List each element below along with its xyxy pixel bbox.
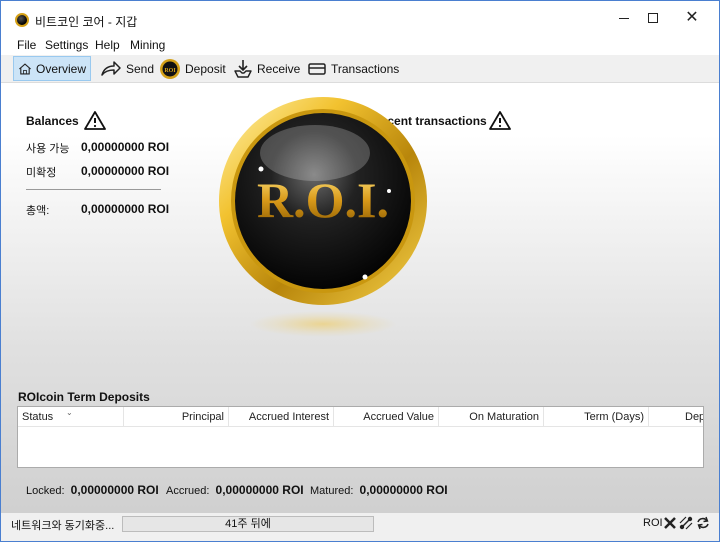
app-icon	[15, 13, 29, 27]
receive-tab[interactable]: Receive	[229, 56, 304, 81]
column-header-dep[interactable]: Dep	[649, 407, 703, 427]
locked-value: 0,00000000 ROI	[70, 483, 159, 497]
send-tab[interactable]: Send	[96, 56, 158, 81]
close-icon: ✕	[685, 9, 699, 26]
column-header-on-maturation[interactable]: On Maturation	[439, 407, 544, 427]
column-header-term-days[interactable]: Term (Days)	[544, 407, 649, 427]
logo-reflection	[249, 311, 397, 337]
overview-page: Balances 사용 가능 0,00000000 ROI 미확정 0,0000…	[1, 83, 719, 513]
transactions-tab[interactable]: Transactions	[303, 56, 403, 81]
accrued-value: 0,00000000 ROI	[215, 483, 304, 497]
card-icon	[308, 62, 326, 75]
send-arrow-icon	[101, 60, 121, 76]
roi-logo: R.O.I.	[219, 97, 427, 305]
receive-icon	[234, 59, 252, 78]
menu-bar: File Settings Help Mining	[1, 35, 719, 55]
available-label: 사용 가능	[26, 143, 70, 155]
sync-icon[interactable]	[696, 516, 710, 530]
maximize-icon	[648, 13, 658, 23]
overview-tab[interactable]: Overview	[13, 56, 91, 81]
close-button[interactable]: ✕	[669, 1, 715, 35]
transactions-label: Transactions	[331, 61, 400, 76]
pending-label: 미확정	[26, 167, 57, 179]
unit-label[interactable]: ROI	[643, 517, 663, 529]
term-deposits-table[interactable]: Status ⌄ Principal Accrued Interest Accr…	[17, 406, 704, 468]
matured-value: 0,00000000 ROI	[359, 483, 448, 497]
accrued-label: Accrued:	[166, 485, 210, 497]
menu-file[interactable]: File	[17, 38, 36, 52]
sync-progress-bar: 41주 뒤에	[122, 516, 374, 532]
matured-total: Matured: 0,00000000 ROI	[310, 483, 448, 497]
window-title: 비트코인 코어 - 지갑	[35, 15, 138, 29]
progress-text: 41주 뒤에	[225, 518, 271, 530]
column-header-label: Status	[22, 411, 54, 423]
locked-label: Locked:	[26, 485, 65, 497]
logo-text: R.O.I.	[257, 172, 389, 228]
roi-coin-icon: ROI	[160, 58, 180, 79]
warning-icon[interactable]	[84, 110, 106, 130]
receive-label: Receive	[257, 61, 301, 76]
menu-help[interactable]: Help	[95, 38, 120, 52]
status-bar: 네트워크와 동기화중... 41주 뒤에 ROI	[1, 513, 719, 541]
column-header-accrued-value[interactable]: Accrued Value	[334, 407, 439, 427]
deposit-tab[interactable]: ROI Deposit	[155, 56, 230, 81]
warning-icon[interactable]	[489, 110, 511, 130]
wallet-window: 비트코인 코어 - 지갑 ✕ File Settings Help Mining…	[0, 0, 720, 542]
balance-divider	[26, 189, 161, 190]
total-label: 총액:	[26, 205, 50, 217]
pending-value: 0,00000000 ROI	[81, 164, 170, 178]
column-header-accrued-interest[interactable]: Accrued Interest	[229, 407, 334, 427]
deposit-label: Deposit	[185, 61, 226, 76]
network-disconnected-icon[interactable]	[663, 516, 677, 530]
toolbar: Overview Send ROI Deposit Receive Transa…	[1, 55, 719, 83]
menu-settings[interactable]: Settings	[45, 38, 88, 52]
available-value: 0,00000000 ROI	[81, 140, 170, 154]
balances-title: Balances	[26, 114, 79, 128]
term-deposits-title: ROIcoin Term Deposits	[18, 390, 150, 404]
table-header: Status ⌄ Principal Accrued Interest Accr…	[18, 407, 703, 427]
sync-status-text: 네트워크와 동기화중...	[11, 520, 115, 532]
svg-text:ROI: ROI	[164, 68, 176, 74]
overview-label: Overview	[35, 61, 86, 76]
connections-icon[interactable]	[679, 516, 693, 530]
menu-mining[interactable]: Mining	[130, 38, 165, 52]
send-label: Send	[126, 61, 155, 76]
sort-indicator-icon: ⌄	[66, 408, 73, 417]
locked-total: Locked: 0,00000000 ROI	[26, 483, 159, 497]
home-icon	[19, 62, 31, 74]
column-header-status[interactable]: Status ⌄	[18, 407, 124, 427]
title-bar: 비트코인 코어 - 지갑 ✕	[1, 1, 719, 35]
minimize-icon	[619, 17, 629, 19]
total-value: 0,00000000 ROI	[81, 202, 170, 216]
matured-label: Matured:	[310, 485, 354, 497]
accrued-total: Accrued: 0,00000000 ROI	[166, 483, 304, 497]
column-header-principal[interactable]: Principal	[124, 407, 229, 427]
